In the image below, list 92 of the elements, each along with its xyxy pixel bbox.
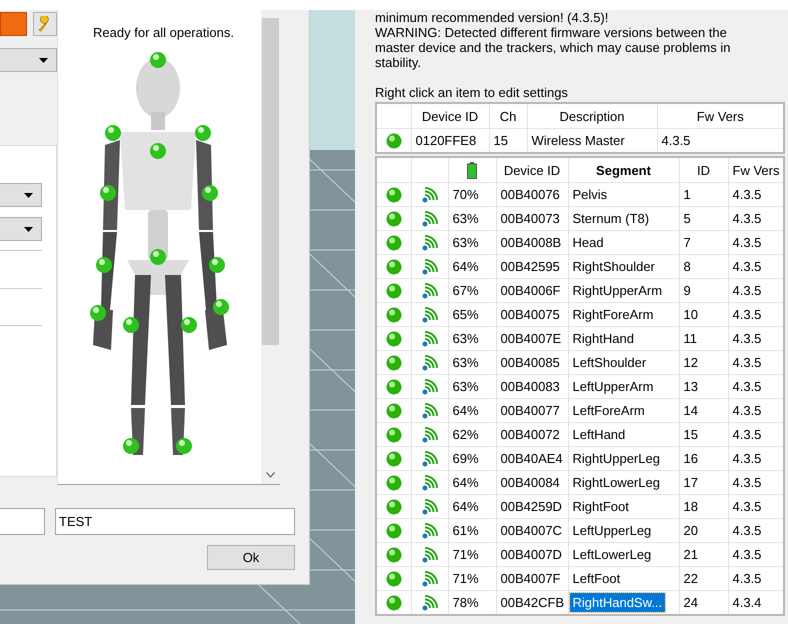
signal-icon xyxy=(422,378,438,394)
table-cell: 64% xyxy=(448,398,496,422)
column-header[interactable]: Segment xyxy=(568,157,679,182)
table-cell: 8 xyxy=(679,254,728,278)
table-cell: 21 xyxy=(679,542,728,566)
table-cell: 63% xyxy=(448,206,496,230)
table-cell: 00B4007D xyxy=(496,542,568,566)
table-cell: 63% xyxy=(448,350,496,374)
table-cell: 12 xyxy=(679,350,728,374)
dropdown-caret-icon xyxy=(24,226,33,232)
dropdown[interactable] xyxy=(0,217,42,241)
signal-icon xyxy=(422,210,438,226)
table-cell: 00B40072 xyxy=(496,422,568,446)
table-cell: 00B40077 xyxy=(496,398,568,422)
table-cell: 61% xyxy=(448,518,496,542)
table-cell: 64% xyxy=(448,254,496,278)
signal-icon xyxy=(422,474,438,490)
table-cell: 00B40AE4 xyxy=(496,446,568,470)
table-cell: 5 xyxy=(679,206,728,230)
warning-text: minimum recommended version! (4.3.5)! WARNING: Detected different firmware versions between the master device and the trackers, which may cause problems in stability. xyxy=(375,10,732,70)
table-cell: 00B4007F xyxy=(496,566,568,590)
column-header[interactable]: ID xyxy=(679,157,728,182)
table-cell: 22 xyxy=(679,566,728,590)
table-cell: 63% xyxy=(448,230,496,254)
table-cell: 14 xyxy=(679,398,728,422)
signal-icon xyxy=(422,402,438,418)
table-cell: 18 xyxy=(679,494,728,518)
table-cell: 00B4259D xyxy=(496,494,568,518)
table-cell: 11 xyxy=(679,326,728,350)
hint-text: Right click an item to edit settings xyxy=(375,85,569,100)
signal-icon xyxy=(422,354,438,370)
signal-icon xyxy=(422,330,438,346)
table-cell: 00B4007E xyxy=(496,326,568,350)
dropdown[interactable] xyxy=(0,183,42,207)
input-field[interactable] xyxy=(0,508,45,535)
table-cell: 62% xyxy=(448,422,496,446)
table-cell: 64% xyxy=(448,470,496,494)
table-cell: 1 xyxy=(679,182,728,206)
dropdown-caret-icon xyxy=(39,58,48,62)
column-header[interactable]: Device ID xyxy=(496,157,568,182)
table-cell: 69% xyxy=(448,446,496,470)
table-cell: 13 xyxy=(679,374,728,398)
table-cell: 17 xyxy=(679,470,728,494)
signal-icon xyxy=(422,306,438,322)
table-cell: 00B40075 xyxy=(496,302,568,326)
table-cell: 7 xyxy=(679,230,728,254)
column-header[interactable]: Device ID xyxy=(411,103,489,128)
signal-icon xyxy=(422,594,438,610)
scroll-down-icon xyxy=(266,472,275,478)
segment-cell[interactable]: RightHandSw... xyxy=(570,593,666,612)
signal-icon xyxy=(422,450,438,466)
settings-button[interactable] xyxy=(33,12,57,36)
status-text: Ready for all operations. xyxy=(93,25,234,40)
table-cell: 16 xyxy=(679,446,728,470)
signal-icon xyxy=(422,498,438,514)
table-cell: 65% xyxy=(448,302,496,326)
battery-icon xyxy=(467,162,477,178)
table-cell: 63% xyxy=(448,326,496,350)
table-cell: 9 xyxy=(679,278,728,302)
table-cell: 15 xyxy=(679,422,728,446)
scrollbar[interactable] xyxy=(261,10,280,484)
signal-icon xyxy=(422,426,438,442)
signal-icon xyxy=(422,186,438,202)
ok-button[interactable]: Ok xyxy=(207,545,295,570)
name-input-field[interactable]: TEST xyxy=(55,508,295,535)
table-cell: 71% xyxy=(448,566,496,590)
table-cell: 00B42595 xyxy=(496,254,568,278)
signal-icon xyxy=(422,258,438,274)
signal-icon xyxy=(422,546,438,562)
table-cell: 63% xyxy=(448,374,496,398)
dropdown-caret-icon xyxy=(24,192,33,198)
signal-icon xyxy=(422,234,438,250)
table-cell: 00B4007C xyxy=(496,518,568,542)
table-cell: 00B40073 xyxy=(496,206,568,230)
table-cell: 10 xyxy=(679,302,728,326)
table-cell: 70% xyxy=(448,182,496,206)
table-cell: 64% xyxy=(448,494,496,518)
table-cell: 71% xyxy=(448,542,496,566)
column-header[interactable]: Description xyxy=(527,103,657,128)
table-cell: 20 xyxy=(679,518,728,542)
signal-icon xyxy=(422,522,438,538)
table-cell: 00B40076 xyxy=(496,182,568,206)
table-cell: 00B4006F xyxy=(496,278,568,302)
table-cell: 00B40084 xyxy=(496,470,568,494)
record-button[interactable] xyxy=(0,12,27,36)
table-cell: 00B40083 xyxy=(496,374,568,398)
table-cell: 67% xyxy=(448,278,496,302)
signal-icon xyxy=(422,570,438,586)
table-cell: 00B40085 xyxy=(496,350,568,374)
signal-icon xyxy=(422,282,438,298)
column-header[interactable]: Ch xyxy=(489,103,527,128)
table-cell: 00B4008B xyxy=(496,230,568,254)
